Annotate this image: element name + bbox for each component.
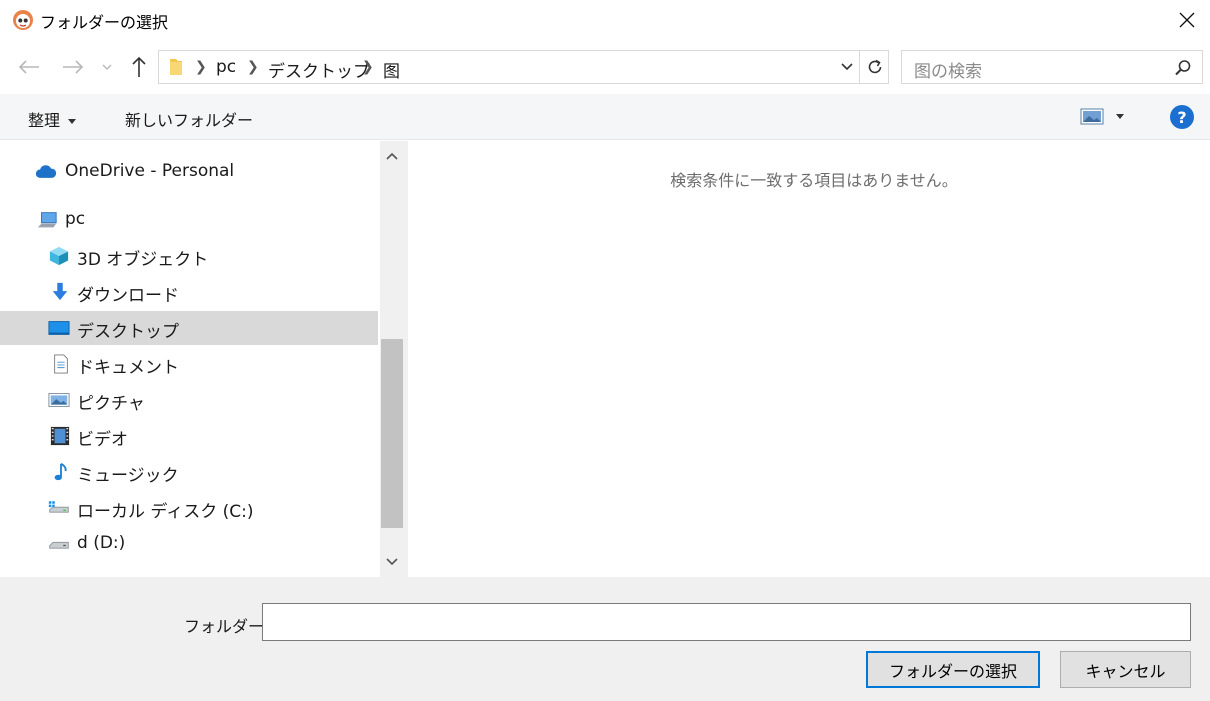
forward-button[interactable] bbox=[60, 54, 86, 80]
picture-icon bbox=[48, 393, 70, 407]
up-arrow-icon bbox=[132, 56, 146, 77]
search-placeholder[interactable]: 图の検索 bbox=[914, 57, 982, 82]
address-dropdown-button[interactable] bbox=[835, 51, 859, 83]
chevron-down-icon bbox=[841, 63, 853, 71]
sidebar-item-label: ローカル ディスク (C:) bbox=[77, 502, 254, 522]
folder-field-label: フォルダー: bbox=[184, 617, 270, 636]
refresh-button[interactable] bbox=[859, 51, 889, 83]
forward-arrow-icon bbox=[63, 60, 84, 74]
sidebar-item-label: ピクチャ bbox=[77, 394, 145, 414]
chevron-up-icon bbox=[386, 152, 398, 160]
view-options-button[interactable] bbox=[1080, 106, 1130, 128]
navigation-pane: OneDrive - Personal pc 3D オブジェクト ダウンロード bbox=[0, 141, 380, 577]
cloud-icon bbox=[35, 165, 57, 178]
up-button[interactable] bbox=[126, 54, 152, 80]
navigation-scrollbar[interactable] bbox=[380, 141, 404, 577]
new-folder-button[interactable]: 新しいフォルダー bbox=[125, 107, 253, 131]
chevron-down-icon bbox=[102, 64, 112, 70]
cube-icon bbox=[49, 246, 69, 266]
help-button[interactable]: ? bbox=[1170, 105, 1194, 129]
chevron-down-icon bbox=[386, 558, 398, 566]
search-icon[interactable] bbox=[1174, 59, 1192, 77]
sidebar-item-drive-d[interactable]: d (D:) bbox=[0, 527, 378, 561]
local-disk-icon bbox=[48, 501, 69, 513]
sidebar-item-label: ダウンロード bbox=[77, 286, 179, 306]
search-box[interactable]: 图の検索 bbox=[901, 50, 1203, 84]
sidebar-item-3d-objects[interactable]: 3D オブジェクト bbox=[0, 239, 378, 273]
desktop-icon bbox=[48, 321, 70, 335]
recent-locations-button[interactable] bbox=[96, 54, 118, 80]
close-icon bbox=[1179, 12, 1195, 28]
breadcrumb-item-current[interactable]: 图 bbox=[383, 57, 400, 82]
breadcrumb-item-desktop[interactable]: デスクトップ bbox=[268, 57, 370, 82]
sidebar-item-label: ミュージック bbox=[77, 466, 179, 486]
folder-icon bbox=[170, 59, 182, 75]
title-bar: フォルダーの選択 bbox=[0, 0, 1210, 40]
command-bar: 整理 新しいフォルダー bbox=[0, 94, 1210, 140]
video-icon bbox=[50, 426, 70, 446]
file-list-area[interactable]: 検索条件に一致する項目はありません。 bbox=[408, 141, 1210, 577]
close-button[interactable] bbox=[1164, 0, 1210, 40]
sidebar-item-videos[interactable]: ビデオ bbox=[0, 419, 378, 453]
back-button[interactable] bbox=[16, 54, 42, 80]
folder-name-input[interactable] bbox=[262, 603, 1191, 641]
folder-select-dialog: フォルダーの選択 ❯ pc ❯ デスクトップ ❯ 图 图の検索 整理 新しいフォ… bbox=[0, 0, 1210, 701]
computer-icon bbox=[37, 212, 57, 228]
sidebar-item-local-disk-c[interactable]: ローカル ディスク (C:) bbox=[0, 491, 378, 525]
scroll-up-button[interactable] bbox=[380, 141, 404, 171]
chevron-right-icon: ❯ bbox=[195, 59, 207, 75]
empty-message: 検索条件に一致する項目はありません。 bbox=[670, 171, 958, 190]
sidebar-item-pictures[interactable]: ピクチャ bbox=[0, 383, 378, 417]
view-icon bbox=[1080, 108, 1104, 125]
caret-down-icon bbox=[68, 119, 77, 124]
sidebar-item-label: ドキュメント bbox=[77, 358, 179, 378]
chevron-right-icon: ❯ bbox=[362, 59, 374, 75]
scroll-down-button[interactable] bbox=[380, 547, 404, 577]
sidebar-item-label: 3D オブジェクト bbox=[77, 250, 209, 270]
app-logo-icon bbox=[13, 10, 33, 30]
scroll-thumb[interactable] bbox=[381, 339, 403, 528]
music-icon bbox=[54, 463, 67, 481]
window-title: フォルダーの選択 bbox=[40, 13, 169, 32]
drive-icon bbox=[49, 541, 69, 549]
select-folder-button[interactable]: フォルダーの選択 bbox=[866, 651, 1040, 688]
sidebar-item-music[interactable]: ミュージック bbox=[0, 455, 378, 489]
sidebar-item-label: デスクトップ bbox=[77, 322, 179, 342]
document-icon bbox=[54, 354, 68, 374]
sidebar-item-label: ビデオ bbox=[77, 430, 128, 450]
caret-down-icon bbox=[1116, 114, 1124, 119]
organize-menu[interactable]: 整理 bbox=[28, 107, 77, 131]
sidebar-item-pc[interactable]: pc bbox=[0, 203, 378, 237]
sidebar-item-downloads[interactable]: ダウンロード bbox=[0, 275, 378, 309]
breadcrumb-item-pc[interactable]: pc bbox=[216, 57, 236, 77]
sidebar-item-label: d (D:) bbox=[77, 533, 126, 553]
sidebar-item-onedrive[interactable]: OneDrive - Personal bbox=[0, 155, 378, 189]
refresh-icon bbox=[868, 59, 881, 74]
address-bar[interactable]: ❯ pc ❯ デスクトップ ❯ 图 bbox=[158, 50, 889, 84]
sidebar-item-desktop[interactable]: デスクトップ bbox=[0, 311, 378, 345]
download-icon bbox=[52, 282, 68, 301]
organize-label[interactable]: 整理 bbox=[28, 111, 60, 130]
sidebar-item-documents[interactable]: ドキュメント bbox=[0, 347, 378, 381]
chevron-right-icon: ❯ bbox=[247, 59, 259, 75]
sidebar-item-label: pc bbox=[65, 209, 86, 229]
back-arrow-icon bbox=[18, 60, 39, 74]
sidebar-item-label: OneDrive - Personal bbox=[65, 161, 235, 181]
cancel-button[interactable]: キャンセル bbox=[1060, 651, 1191, 688]
dialog-footer: フォルダー: フォルダーの選択 キャンセル bbox=[0, 577, 1210, 701]
